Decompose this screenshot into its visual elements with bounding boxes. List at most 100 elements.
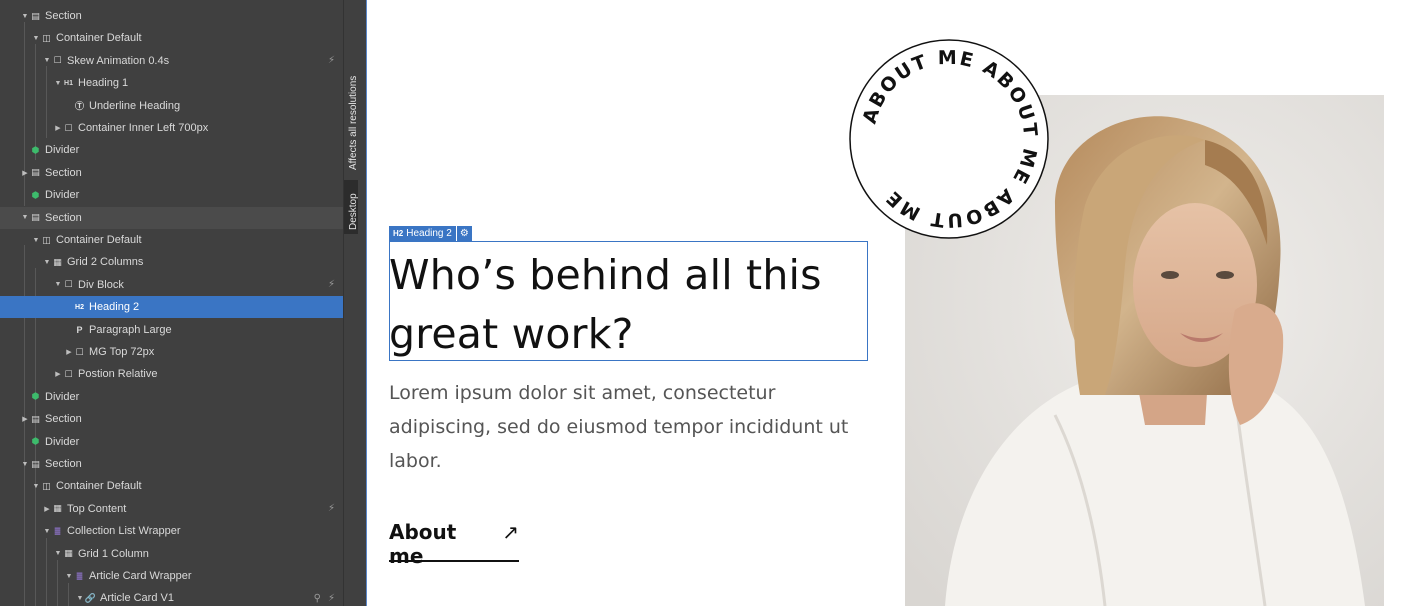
navigator-item-article-card-wrapper[interactable]: ▼ ≣ Article Card Wrapper: [0, 565, 343, 587]
about-me-badge: ABOUT ME ABOUT ME ABOUT ME: [849, 39, 1049, 239]
navigator-item-label: Section: [45, 10, 82, 22]
caret-down-icon[interactable]: ▼: [31, 35, 41, 42]
component-icon: ⬢: [31, 391, 40, 402]
about-me-link[interactable]: About me ↗: [389, 520, 519, 568]
h2-icon: H2: [75, 303, 84, 311]
navigator-item-section[interactable]: ▼ ▤ Section: [0, 206, 343, 229]
navigator-item-label: Grid 1 Column: [78, 547, 149, 560]
caret-down-icon[interactable]: ▼: [53, 550, 63, 557]
div-block-icon: ☐: [64, 122, 73, 133]
navigator-item-label: Article Card V1: [100, 592, 174, 605]
caret-down-icon[interactable]: ▼: [53, 80, 63, 87]
selection-tag-label: Heading 2: [406, 228, 452, 239]
navigator-item-section[interactable]: ▶ ▤ Section: [0, 162, 343, 184]
navigator-item-underline-heading[interactable]: Ⓣ Underline Heading: [0, 95, 343, 117]
section-icon: ▤: [31, 167, 40, 178]
caret-down-icon[interactable]: ▼: [42, 528, 52, 535]
navigator-item-label: Section: [45, 413, 82, 426]
h1-icon: H1: [64, 79, 73, 87]
navigator-item-label: Container Default: [56, 234, 142, 246]
div-block-icon: ☐: [64, 368, 73, 379]
navigator-item-collection-list-wrapper[interactable]: ▼ ≣ Collection List Wrapper: [0, 520, 343, 542]
navigator-item-postion-relative[interactable]: ▶ ☐ Postion Relative: [0, 363, 343, 385]
navigator-item-top-content[interactable]: ▶ ▦ Top Content ⚡: [0, 498, 343, 520]
navigator-item-label: Paragraph Large: [89, 323, 172, 336]
section-icon: ▤: [31, 212, 40, 223]
navigator-item-divider[interactable]: ⬢ Divider: [0, 431, 343, 453]
navigator-item-label: Collection List Wrapper: [67, 525, 181, 538]
navigator-item-label: Section: [45, 166, 82, 179]
navigator-item-label: Skew Animation 0.4s: [67, 54, 170, 67]
paragraph-large[interactable]: Lorem ipsum dolor sit amet, consectetur …: [389, 376, 859, 478]
navigator-item-heading-1[interactable]: ▼ H1 Heading 1: [0, 72, 343, 94]
navigator-item-container-default[interactable]: ▼ ◫ Container Default: [0, 475, 343, 497]
navigator-item-label: MG Top 72px: [89, 346, 155, 358]
caret-right-icon[interactable]: ▶: [53, 370, 63, 378]
component-icon: ⬢: [31, 144, 40, 155]
paragraph-icon: P: [76, 324, 83, 335]
selection-tag[interactable]: H2 Heading 2 ⚙: [389, 226, 472, 241]
navigator-item-section[interactable]: ▶ ▤ Section: [0, 408, 343, 430]
caret-down-icon[interactable]: ▼: [31, 237, 41, 244]
selection-tag-name[interactable]: H2 Heading 2: [389, 226, 456, 241]
navigator-item-label: Divider: [45, 390, 80, 403]
navigator-item-label: Section: [45, 211, 82, 224]
navigator-item-paragraph-large[interactable]: P Paragraph Large: [0, 319, 343, 341]
navigator-item-container-default[interactable]: ▼ ◫ Container Default: [0, 27, 343, 49]
caret-down-icon[interactable]: ▼: [53, 281, 63, 288]
div-block-icon: ☐: [75, 346, 84, 357]
text-block-icon: Ⓣ: [74, 101, 84, 112]
caret-down-icon[interactable]: ▼: [31, 483, 41, 490]
grid-icon: ▦: [53, 503, 62, 514]
caret-right-icon[interactable]: ▶: [20, 415, 30, 423]
caret-down-icon[interactable]: ▼: [75, 595, 85, 602]
navigator-item-heading-2[interactable]: H2 Heading 2: [0, 296, 343, 319]
navigator-item-label: Div Block: [78, 278, 124, 291]
affects-all-resolutions-note: Affects all resolutions: [348, 75, 359, 170]
interaction-bolt-icon[interactable]: ⚡: [328, 503, 335, 514]
gear-icon[interactable]: ⚙: [456, 226, 472, 241]
desktop-label[interactable]: Desktop: [348, 193, 359, 230]
caret-down-icon[interactable]: ▼: [64, 573, 74, 580]
navigator-panel: ▼ ▤ Section ▼ ◫ Container Default ▼ ☐ Skew Anima…: [0, 0, 343, 606]
caret-down-icon[interactable]: ▼: [20, 461, 30, 468]
caret-down-icon[interactable]: ▼: [20, 214, 30, 221]
navigator-item-label: Grid 2 Columns: [67, 256, 144, 269]
navigator-item-skew-animation-0-4s[interactable]: ▼ ☐ Skew Animation 0.4s ⚡: [0, 50, 343, 72]
h2-icon: H2: [393, 229, 404, 238]
component-icon: ⬢: [31, 436, 40, 447]
link-block-icon: 🔗: [84, 592, 97, 603]
breakpoint-strip: Affects all resolutions Desktop: [343, 0, 367, 606]
navigator-item-section[interactable]: ▼ ▤ Section: [0, 453, 343, 475]
interaction-bolt-icon[interactable]: ⚡: [328, 55, 335, 66]
navigator-item-label: Article Card Wrapper: [89, 570, 192, 582]
pin-icon[interactable]: ⚲: [314, 593, 321, 604]
caret-down-icon[interactable]: ▼: [42, 57, 52, 64]
navigator-item-label: Heading 1: [78, 77, 129, 90]
navigator-item-grid-1-column[interactable]: ▼ ▦ Grid 1 Column: [0, 543, 343, 565]
navigator-item-div-block[interactable]: ▼ ☐ Div Block ⚡: [0, 274, 343, 296]
designer-canvas[interactable]: H2 Heading 2 ⚙ Who’s behind all this gre…: [368, 0, 1401, 606]
section-icon: ▤: [31, 458, 40, 469]
section-heading[interactable]: Who’s behind all this great work?: [389, 246, 859, 364]
navigator-item-grid-2-columns[interactable]: ▼ ▦ Grid 2 Columns: [0, 251, 343, 273]
navigator-item-divider[interactable]: ⬢ Divider: [0, 386, 343, 408]
container-icon: ◫: [42, 480, 51, 491]
navigator-item-divider[interactable]: ⬢ Divider: [0, 139, 343, 161]
caret-right-icon[interactable]: ▶: [53, 124, 63, 132]
navigator-item-container-inner-left-700px[interactable]: ▶ ☐ Container Inner Left 700px: [0, 117, 343, 139]
caret-right-icon[interactable]: ▶: [42, 505, 52, 513]
grid-icon: ▦: [64, 548, 73, 559]
navigator-item-container-default[interactable]: ▼ ◫ Container Default: [0, 229, 343, 251]
navigator-item-article-card-v1[interactable]: ▼ 🔗 Article Card V1 ⚡ ⚲: [0, 587, 343, 606]
navigator-item-divider[interactable]: ⬢ Divider: [0, 184, 343, 206]
navigator-item-section[interactable]: ▼ ▤ Section: [0, 5, 343, 27]
caret-down-icon[interactable]: ▼: [20, 13, 30, 20]
navigator-item-label: Heading 2: [89, 301, 140, 314]
interaction-bolt-icon[interactable]: ⚡: [328, 593, 335, 604]
interaction-bolt-icon[interactable]: ⚡: [328, 279, 335, 290]
caret-right-icon[interactable]: ▶: [20, 169, 30, 177]
caret-down-icon[interactable]: ▼: [42, 259, 52, 266]
caret-right-icon[interactable]: ▶: [64, 348, 74, 356]
navigator-item-mg-top-72px[interactable]: ▶ ☐ MG Top 72px: [0, 341, 343, 363]
